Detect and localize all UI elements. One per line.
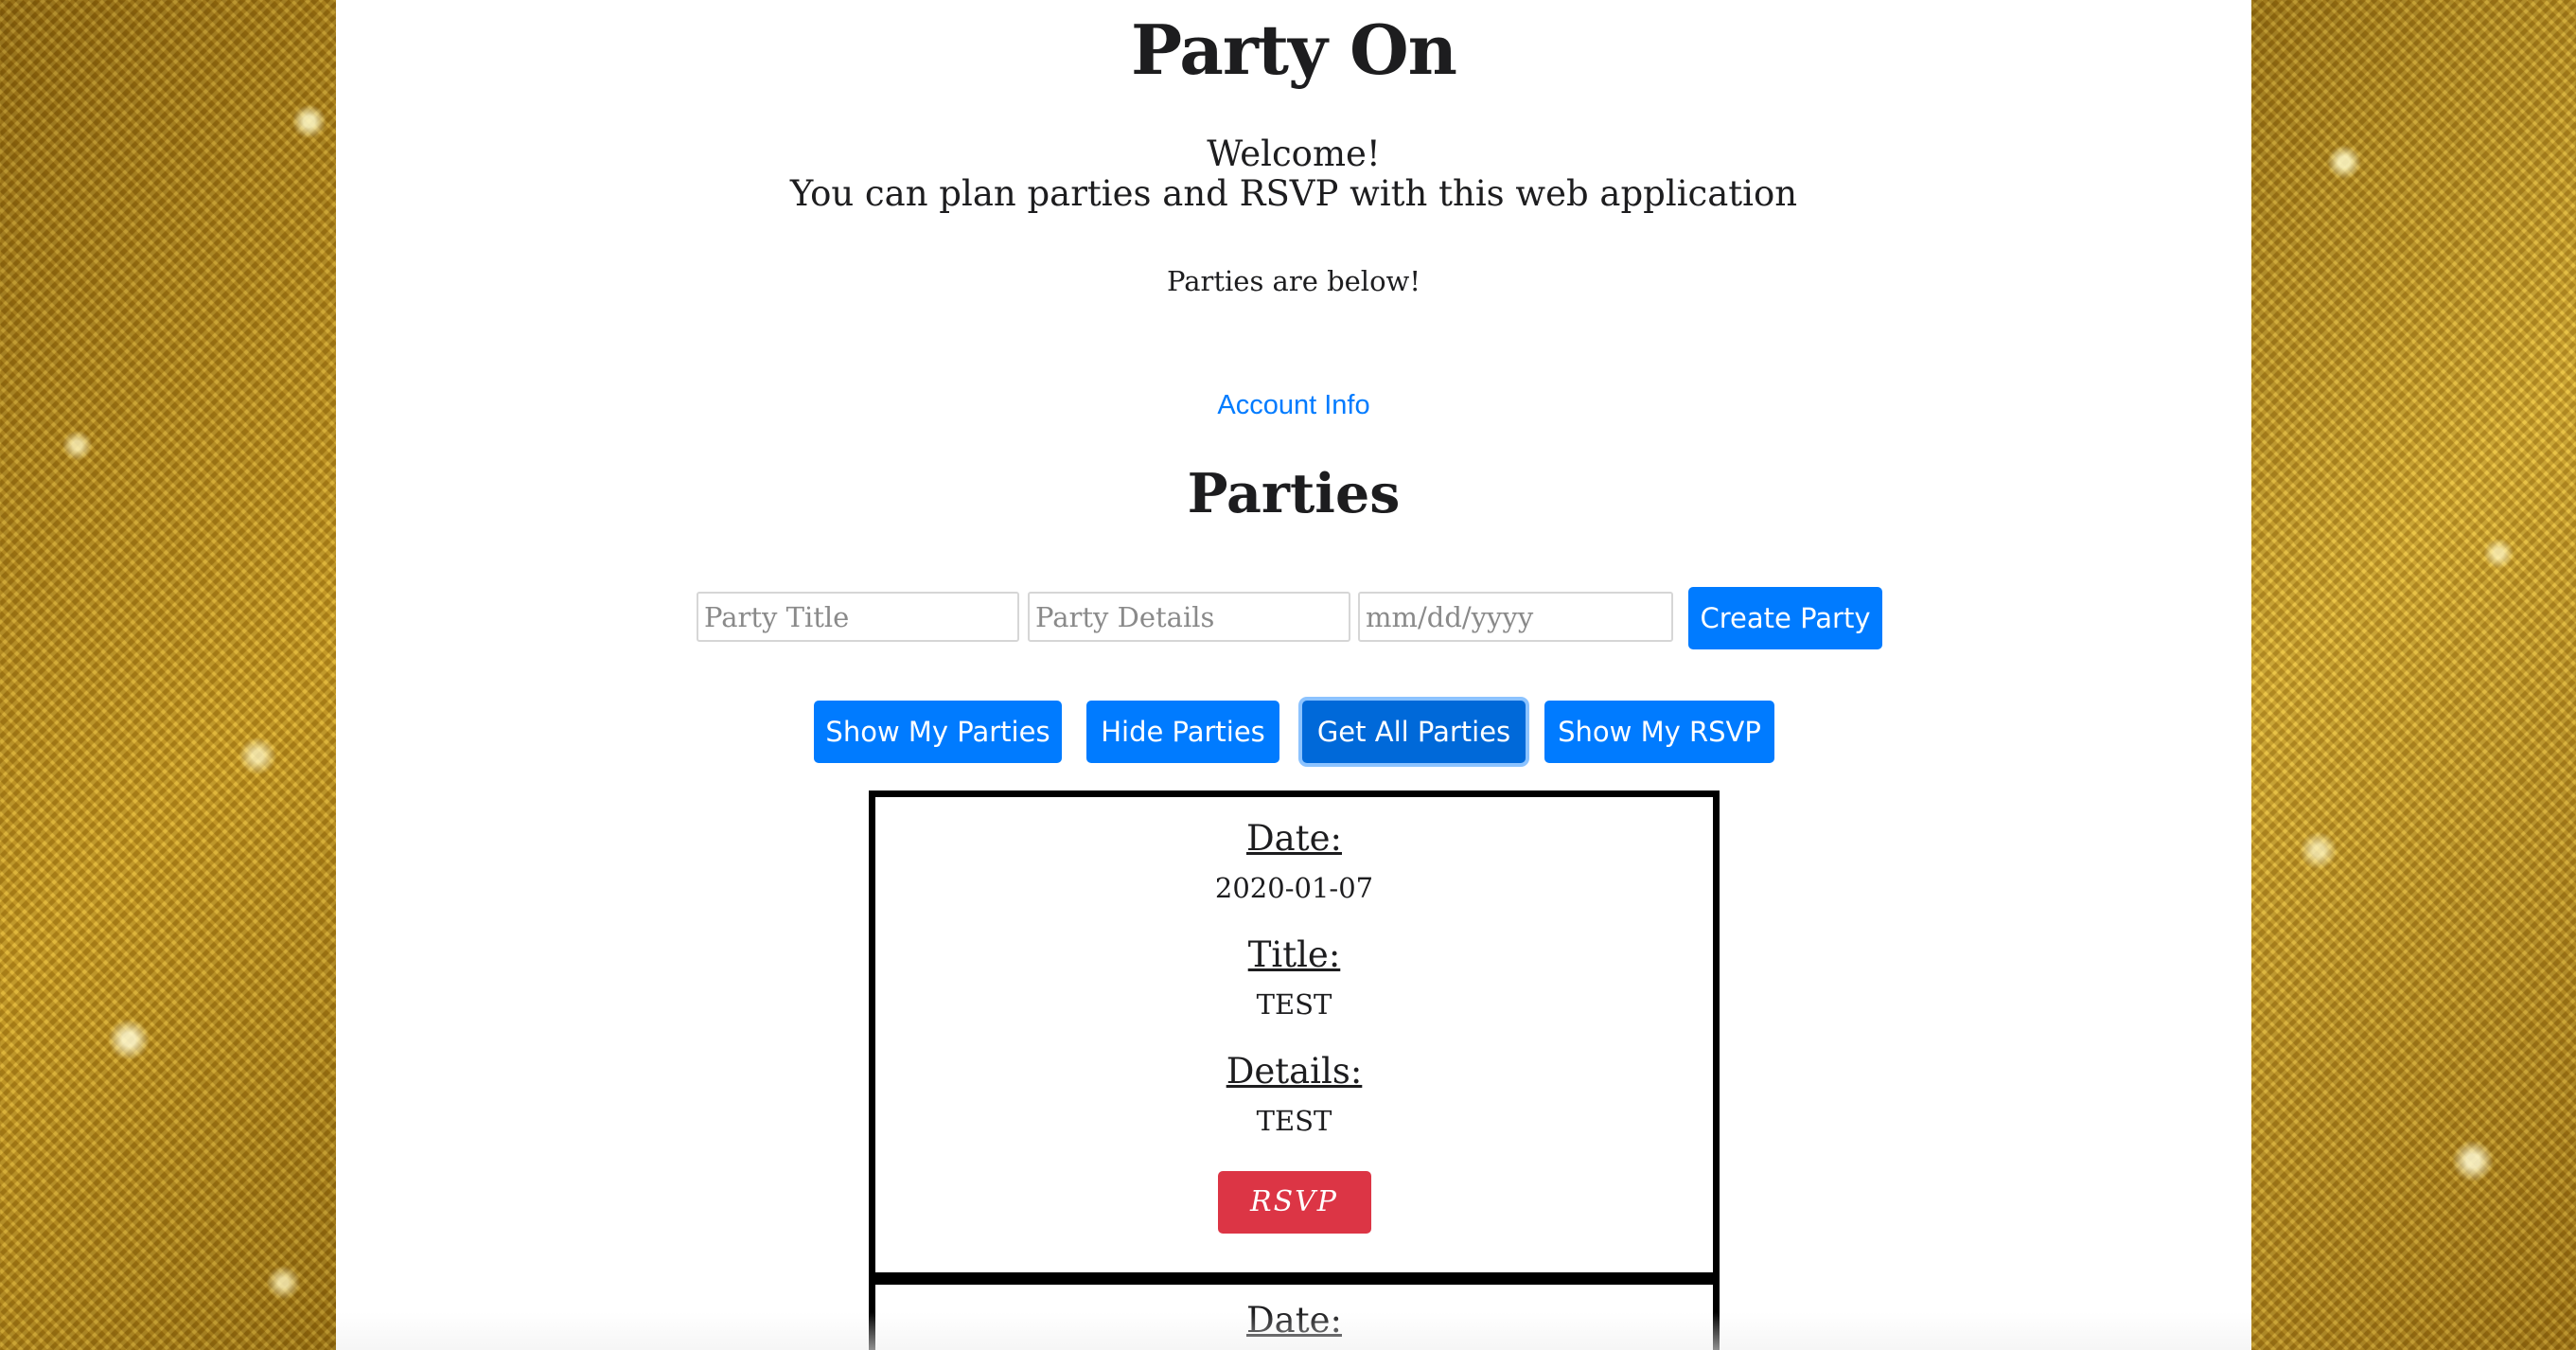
show-my-rsvp-button[interactable]: Show My RSVP bbox=[1544, 701, 1774, 763]
party-title-value: TEST bbox=[1256, 988, 1332, 1021]
welcome-line-1: Welcome! bbox=[1207, 133, 1381, 174]
parties-heading: Parties bbox=[1187, 462, 1401, 525]
party-date-input[interactable] bbox=[1358, 592, 1673, 642]
party-card: Date: bbox=[869, 1278, 1720, 1350]
get-all-parties-button[interactable]: Get All Parties bbox=[1302, 701, 1526, 763]
create-party-form: Create Party bbox=[336, 587, 2251, 649]
account-info-link[interactable]: Account Info bbox=[336, 390, 2251, 421]
details-label: Details: bbox=[1226, 1051, 1363, 1092]
welcome-line-2: You can plan parties and RSVP with this … bbox=[789, 173, 1798, 214]
party-card: Date: 2020-01-07 Title: TEST Details: TE… bbox=[869, 790, 1720, 1279]
site-title: Party On bbox=[1130, 9, 1457, 90]
party-actions: Show My Parties Hide Parties Get All Par… bbox=[336, 701, 2251, 765]
title-label: Title: bbox=[1247, 934, 1341, 975]
party-details-input[interactable] bbox=[1028, 592, 1350, 642]
party-title-input[interactable] bbox=[697, 592, 1019, 642]
date-label: Date: bbox=[1246, 818, 1342, 859]
show-my-parties-button[interactable]: Show My Parties bbox=[814, 701, 1062, 763]
welcome-message: Welcome! You can plan parties and RSVP w… bbox=[336, 134, 2251, 214]
hide-parties-button[interactable]: Hide Parties bbox=[1086, 701, 1279, 763]
create-party-button[interactable]: Create Party bbox=[1688, 587, 1882, 649]
party-date-value: 2020-01-07 bbox=[1214, 872, 1374, 904]
date-label: Date: bbox=[1246, 1300, 1342, 1341]
main-container: Party On Welcome! You can plan parties a… bbox=[336, 0, 2251, 1350]
parties-below-text: Parties are below! bbox=[1166, 265, 1421, 297]
party-details-value: TEST bbox=[1256, 1105, 1332, 1137]
rsvp-button[interactable]: RSVP bbox=[1217, 1171, 1371, 1234]
